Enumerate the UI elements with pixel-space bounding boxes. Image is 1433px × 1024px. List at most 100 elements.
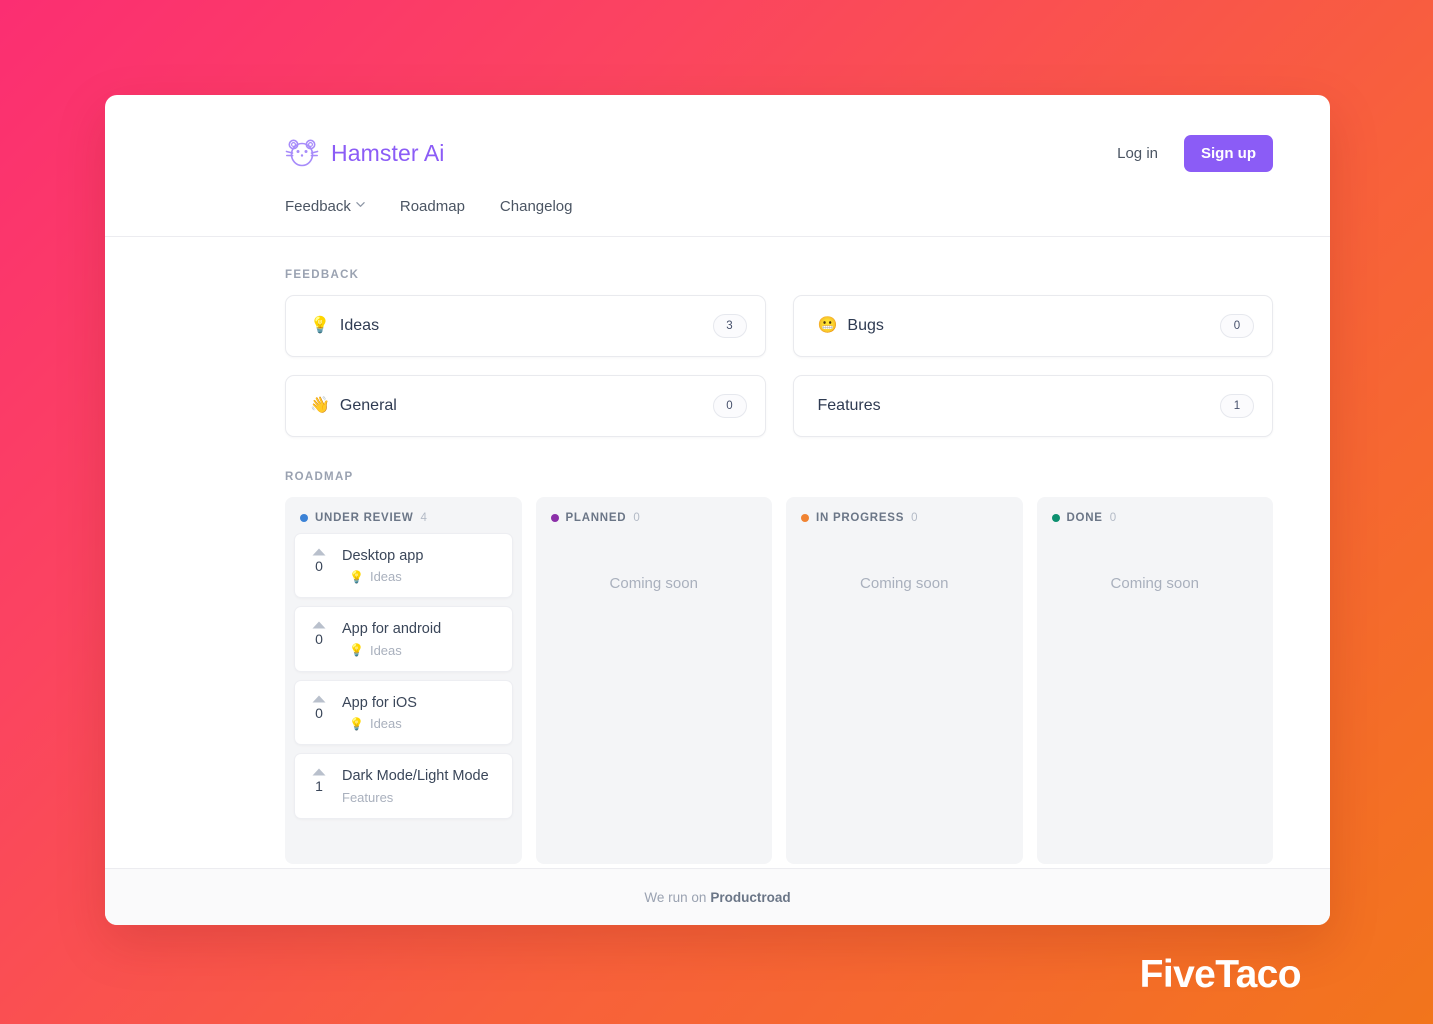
roadmap-column-planned: PLANNED 0 Coming soon — [535, 497, 772, 864]
hamster-logo-icon — [285, 139, 319, 167]
feedback-card-label: General — [339, 397, 397, 414]
waving-hand-icon: 👋 — [310, 397, 330, 414]
lightbulb-icon: 💡 — [349, 716, 364, 731]
roadmap-card-category: 💡 Ideas — [342, 569, 499, 584]
feedback-grid: 💡 Ideas 3 😬 Bugs 0 👋 General 0 Features … — [285, 295, 1273, 437]
roadmap-column-header: DONE 0 — [1046, 507, 1265, 533]
feedback-card-label: Features — [817, 397, 881, 414]
nav-item-changelog[interactable]: Changelog — [500, 198, 573, 215]
feedback-card-features[interactable]: Features 1 — [792, 375, 1273, 437]
footer-prefix-text: We run on — [644, 889, 707, 905]
feedback-card-label: Bugs — [847, 317, 884, 334]
roadmap-card-list: 0 Desktop app 💡 Ideas 0 App for android … — [294, 533, 513, 819]
roadmap-card-category: 💡 Ideas — [342, 716, 499, 731]
feedback-card-ideas[interactable]: 💡 Ideas 3 — [285, 295, 766, 357]
upvote-triangle-icon — [312, 768, 326, 776]
nav-item-roadmap[interactable]: Roadmap — [400, 198, 465, 215]
roadmap-card-category-label: Features — [342, 789, 394, 805]
roadmap-card-category-label: Ideas — [369, 642, 402, 658]
upvote-control[interactable]: 0 — [308, 693, 330, 731]
feedback-card-left: 👋 General — [310, 397, 397, 415]
roadmap-card-title: App for iOS — [342, 694, 417, 711]
upvote-triangle-icon — [312, 621, 326, 629]
roadmap-card-category-label: Ideas — [369, 716, 402, 732]
chevron-down-icon — [356, 200, 365, 209]
status-dot-in-progress — [801, 514, 809, 522]
feedback-card-left: Features — [818, 397, 881, 415]
roadmap-card[interactable]: 0 Desktop app 💡 Ideas — [294, 533, 513, 599]
app-footer: We run on Productroad — [105, 868, 1330, 925]
lightbulb-icon: 💡 — [349, 643, 364, 658]
roadmap-card-title: App for android — [342, 621, 442, 638]
roadmap-column-count: 4 — [420, 512, 427, 524]
roadmap-card[interactable]: 0 App for iOS 💡 Ideas — [294, 679, 513, 746]
feedback-count-badge: 0 — [1220, 314, 1254, 338]
header-actions: Log in Sign up — [1117, 134, 1273, 172]
upvote-control[interactable]: 0 — [308, 619, 330, 657]
roadmap-card-category: Features — [342, 790, 499, 805]
lightbulb-icon: 💡 — [310, 317, 330, 334]
feedback-section-title: FEEDBACK — [285, 269, 360, 281]
roadmap-column-count: 0 — [1109, 512, 1117, 524]
brand-name: Hamster Ai — [331, 139, 445, 166]
brand[interactable]: Hamster Ai — [285, 136, 444, 170]
roadmap-column-name: PLANNED — [565, 512, 627, 524]
app-header: Hamster Ai Log in Sign up Feedback Roadm… — [105, 95, 1330, 237]
signup-button[interactable]: Sign up — [1184, 134, 1273, 172]
roadmap-card-title: Desktop app — [342, 548, 424, 564]
app-window: Hamster Ai Log in Sign up Feedback Roadm… — [105, 95, 1330, 925]
roadmap-card-category: 💡 Ideas — [342, 643, 499, 658]
nav-item-feedback[interactable]: Feedback — [285, 198, 365, 215]
upvote-triangle-icon — [312, 695, 326, 703]
roadmap-card-category-label: Ideas — [369, 569, 402, 585]
feedback-card-left: 😬 Bugs — [818, 317, 884, 335]
upvote-control[interactable]: 1 — [308, 766, 330, 804]
roadmap-column-count: 0 — [633, 512, 640, 524]
roadmap-column-under-review: UNDER REVIEW 4 0 Desktop app 💡 Ideas 0 A… — [285, 497, 522, 864]
roadmap-column-done: DONE 0 Coming soon — [1036, 497, 1273, 864]
coming-soon-placeholder: Coming soon — [1110, 575, 1199, 592]
roadmap-board: UNDER REVIEW 4 0 Desktop app 💡 Ideas 0 A… — [285, 497, 1273, 864]
roadmap-column-name: DONE — [1066, 512, 1103, 524]
roadmap-column-header: UNDER REVIEW 4 — [294, 507, 513, 533]
roadmap-card-body: Dark Mode/Light Mode Features — [342, 766, 499, 804]
feedback-card-left: 💡 Ideas — [310, 317, 379, 335]
primary-nav: Feedback Roadmap Changelog — [285, 181, 1273, 236]
feedback-count-badge: 0 — [712, 394, 747, 418]
lightbulb-icon: 💡 — [349, 569, 364, 584]
feedback-card-general[interactable]: 👋 General 0 — [285, 375, 766, 437]
roadmap-column-count: 0 — [911, 512, 918, 524]
header-top-row: Hamster Ai Log in Sign up — [285, 125, 1273, 181]
roadmap-card[interactable]: 1 Dark Mode/Light Mode Features — [294, 753, 513, 819]
roadmap-column-header: PLANNED 0 — [545, 507, 764, 533]
roadmap-column-header: IN PROGRESS 0 — [795, 507, 1014, 533]
roadmap-card-title: Dark Mode/Light Mode — [342, 768, 489, 785]
feedback-card-label: Ideas — [339, 317, 380, 334]
nav-label-feedback: Feedback — [285, 198, 351, 215]
status-dot-under-review — [300, 514, 308, 522]
roadmap-card-body: App for android 💡 Ideas — [342, 619, 499, 657]
roadmap-card[interactable]: 0 App for android 💡 Ideas — [294, 606, 513, 672]
grimacing-face-icon: 😬 — [817, 317, 838, 334]
feedback-count-badge: 3 — [712, 314, 747, 338]
roadmap-column-name: UNDER REVIEW — [315, 512, 414, 524]
upvote-triangle-icon — [312, 548, 326, 556]
roadmap-column-in-progress: IN PROGRESS 0 Coming soon — [786, 497, 1023, 864]
roadmap-column-name: IN PROGRESS — [816, 512, 905, 524]
upvote-control[interactable]: 0 — [308, 546, 330, 584]
feedback-card-bugs[interactable]: 😬 Bugs 0 — [792, 295, 1273, 357]
feedback-count-badge: 1 — [1220, 394, 1254, 418]
upvote-count: 0 — [315, 558, 323, 574]
coming-soon-placeholder: Coming soon — [609, 575, 698, 592]
coming-soon-placeholder: Coming soon — [860, 575, 949, 592]
roadmap-card-body: Desktop app 💡 Ideas — [342, 546, 499, 584]
status-dot-done — [1051, 514, 1060, 522]
app-body: FEEDBACK 💡 Ideas 3 😬 Bugs 0 👋 General 0 … — [105, 237, 1330, 868]
login-link[interactable]: Log in — [1117, 145, 1158, 162]
roadmap-card-body: App for iOS 💡 Ideas — [342, 693, 499, 731]
fivetaco-watermark: FiveTaco — [1139, 953, 1302, 996]
status-dot-planned — [550, 514, 559, 522]
footer-brand-link[interactable]: Productroad — [710, 890, 790, 905]
upvote-count: 1 — [315, 778, 323, 795]
upvote-count: 0 — [315, 704, 323, 721]
